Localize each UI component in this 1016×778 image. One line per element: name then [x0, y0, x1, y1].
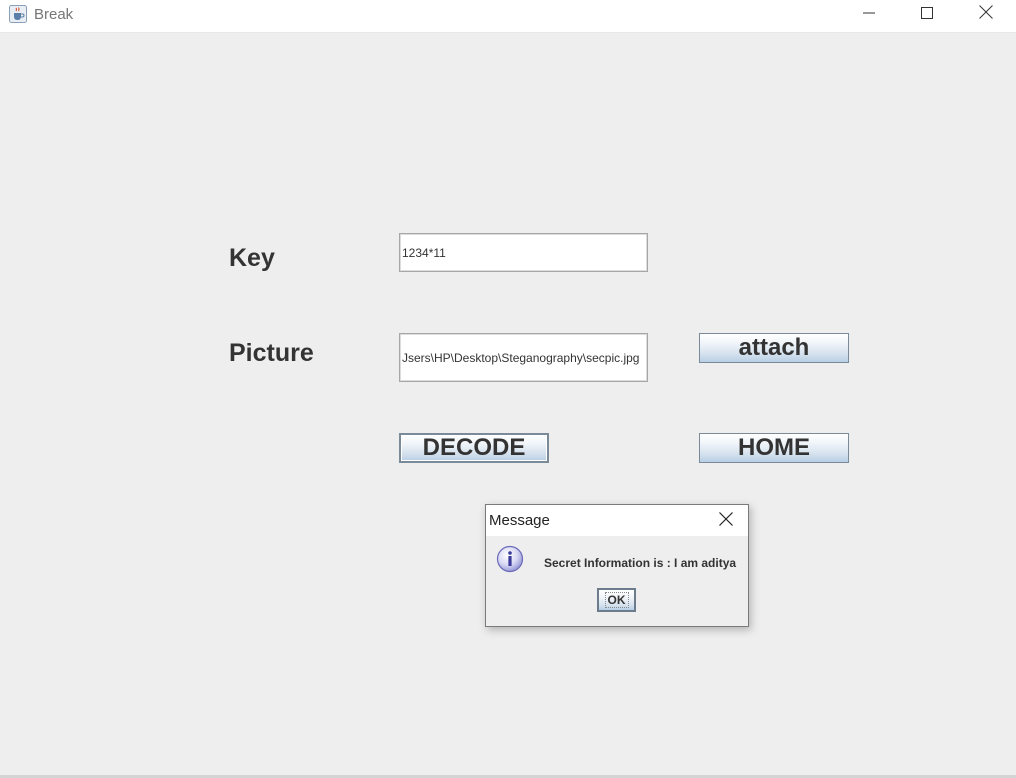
- home-button[interactable]: HOME: [699, 433, 849, 463]
- close-icon: [979, 5, 993, 24]
- ok-button-label: OK: [604, 592, 629, 608]
- decode-button[interactable]: DECODE: [399, 433, 549, 463]
- key-input[interactable]: 1234*11: [399, 233, 648, 272]
- ok-button[interactable]: OK: [597, 588, 636, 612]
- dialog-message: Secret Information is : I am aditya: [544, 556, 737, 570]
- info-icon: [496, 545, 524, 573]
- close-button[interactable]: [957, 0, 1015, 29]
- java-coffee-cup-icon: [9, 5, 27, 23]
- dialog-close-button[interactable]: [710, 509, 742, 533]
- picture-label: Picture: [229, 339, 314, 367]
- app-window: Break Key 1234*11 Picture Jsers\HP\Deskt…: [0, 0, 1016, 778]
- key-label: Key: [229, 244, 275, 272]
- window-title: Break: [34, 6, 74, 23]
- dialog-title-bar[interactable]: Message: [486, 505, 748, 536]
- close-icon: [719, 511, 733, 531]
- picture-path-input[interactable]: Jsers\HP\Desktop\Steganography\secpic.jp…: [399, 333, 648, 382]
- message-dialog: Message Secret Information is: I am adi…: [485, 504, 749, 627]
- maximize-button[interactable]: [898, 0, 956, 29]
- minimize-button[interactable]: [840, 0, 898, 29]
- dialog-title: Message: [489, 512, 550, 529]
- attach-button[interactable]: attach: [699, 333, 849, 363]
- maximize-icon: [921, 6, 933, 24]
- minimize-icon: [863, 6, 875, 24]
- title-bar[interactable]: Break: [0, 0, 1016, 33]
